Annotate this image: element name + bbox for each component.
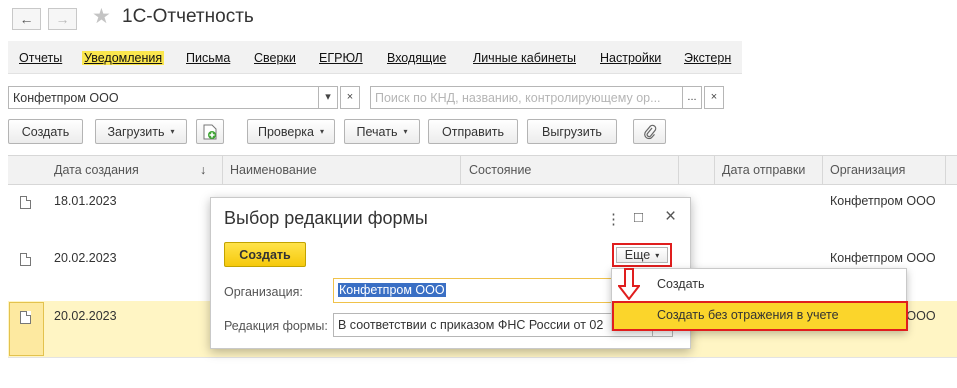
- row-organization: Конфетпром ООО: [830, 251, 936, 265]
- load-button-label: Загрузить: [107, 124, 165, 139]
- chevron-down-icon: ▾: [170, 127, 175, 136]
- check-button-label: Проверка: [257, 124, 314, 139]
- ellipsis-icon: ...: [687, 91, 697, 103]
- table-divider: [8, 357, 957, 358]
- sort-arrow-icon: ↓: [200, 163, 207, 177]
- table-header: Дата создания ↓ Наименование Состояние Д…: [8, 155, 957, 185]
- column-send-date[interactable]: Дата отправки: [722, 163, 805, 177]
- organization-filter-input[interactable]: Конфетпром ООО: [8, 86, 319, 109]
- organization-clear-button[interactable]: ×: [340, 86, 360, 109]
- favorite-star-icon[interactable]: ★: [92, 4, 111, 29]
- attach-button[interactable]: [633, 119, 666, 144]
- search-input[interactable]: Поиск по КНД, названию, контролирующему …: [370, 86, 683, 109]
- chevron-down-icon: ▾: [403, 127, 408, 136]
- column-date[interactable]: Дата создания: [54, 163, 139, 177]
- chevron-down-icon: ▾: [655, 250, 660, 260]
- organization-filter-value: Конфетпром ООО: [13, 91, 119, 105]
- row-organization: Конфетпром ООО: [830, 194, 936, 208]
- column-state[interactable]: Состояние: [469, 163, 531, 177]
- document-icon: [20, 196, 31, 209]
- row-date: 18.01.2023: [54, 194, 117, 208]
- tab-notifications[interactable]: Уведомления: [82, 51, 165, 65]
- arrow-right-icon: →: [55, 11, 70, 27]
- close-icon[interactable]: ×: [665, 206, 676, 228]
- tab-extern[interactable]: Экстерн: [684, 51, 731, 65]
- print-button-label: Печать: [356, 124, 398, 139]
- tab-reports[interactable]: Отчеты: [19, 51, 62, 65]
- unload-button[interactable]: Выгрузить: [527, 119, 617, 144]
- annotation-arrow-icon: [618, 268, 640, 300]
- forward-button[interactable]: →: [48, 8, 77, 30]
- tab-letters[interactable]: Письма: [186, 51, 230, 65]
- tab-reconciliations[interactable]: Сверки: [254, 51, 296, 65]
- organization-label: Организация:: [224, 285, 303, 299]
- close-icon: ×: [710, 91, 718, 103]
- edition-field-value: В соответствии с приказом ФНС России от …: [338, 318, 604, 332]
- load-button[interactable]: Загрузить ▾: [95, 119, 187, 144]
- tab-personal-accounts[interactable]: Личные кабинеты: [473, 51, 576, 65]
- create-from-file-button[interactable]: [196, 119, 224, 144]
- back-button[interactable]: ←: [12, 8, 41, 30]
- unload-button-label: Выгрузить: [542, 124, 602, 139]
- row-date: 20.02.2023: [54, 309, 117, 323]
- paperclip-icon: [643, 124, 656, 139]
- send-button[interactable]: Отправить: [428, 119, 518, 144]
- print-button[interactable]: Печать ▾: [344, 119, 420, 144]
- chevron-down-icon: ▾: [319, 127, 324, 136]
- organization-dropdown-button[interactable]: ▾: [318, 86, 338, 109]
- arrow-left-icon: ←: [19, 11, 34, 27]
- chevron-down-icon: ▾: [325, 91, 331, 103]
- menu-item-create[interactable]: Создать: [657, 277, 705, 291]
- check-button[interactable]: Проверка ▾: [247, 119, 335, 144]
- add-document-icon: [203, 124, 217, 139]
- search-placeholder: Поиск по КНД, названию, контролирующему …: [375, 91, 661, 105]
- search-clear-button[interactable]: ×: [704, 86, 724, 109]
- tab-egrul[interactable]: ЕГРЮЛ: [319, 51, 363, 65]
- more-actions-button[interactable]: Еще ▾: [612, 243, 672, 267]
- section-tabs: Отчеты Уведомления Письма Сверки ЕГРЮЛ В…: [8, 41, 742, 74]
- dialog-create-label: Создать: [239, 247, 291, 262]
- more-actions-label: Еще: [624, 248, 651, 262]
- column-organization[interactable]: Организация: [830, 163, 905, 177]
- document-icon: [20, 311, 31, 324]
- close-icon: ×: [346, 91, 354, 103]
- window-title: 1С-Отчетность: [122, 6, 254, 27]
- dialog-title: Выбор редакции формы: [224, 208, 428, 228]
- edition-label: Редакция формы:: [224, 319, 328, 333]
- tab-incoming[interactable]: Входящие: [387, 51, 446, 65]
- create-button-label: Создать: [21, 124, 70, 139]
- menu-item-create-without-accounting[interactable]: Создать без отражения в учете: [612, 301, 908, 331]
- document-icon: [20, 253, 31, 266]
- row-date: 20.02.2023: [54, 251, 117, 265]
- menu-item-create-without-accounting-label: Создать без отражения в учете: [657, 308, 839, 322]
- search-select-button[interactable]: ...: [682, 86, 702, 109]
- organization-field-value: Конфетпром ООО: [338, 283, 446, 297]
- more-vertical-icon[interactable]: ⋮: [606, 210, 621, 228]
- dialog-create-button[interactable]: Создать: [224, 242, 306, 267]
- send-button-label: Отправить: [442, 124, 504, 139]
- column-name[interactable]: Наименование: [230, 163, 317, 177]
- create-button[interactable]: Создать: [8, 119, 83, 144]
- tab-settings[interactable]: Настройки: [600, 51, 661, 65]
- maximize-icon[interactable]: □: [634, 209, 643, 226]
- more-actions-menu: Создать Создать без отражения в учете: [611, 268, 908, 331]
